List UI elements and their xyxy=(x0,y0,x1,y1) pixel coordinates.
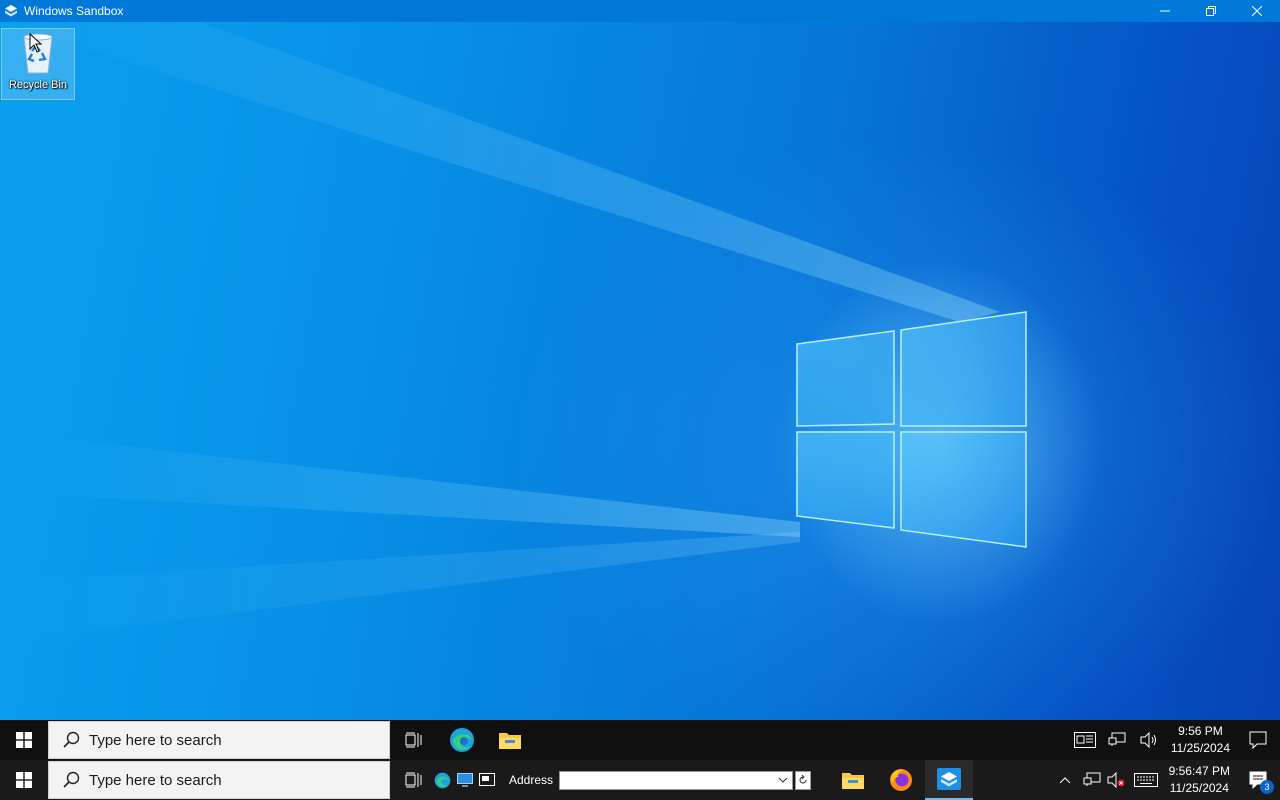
clock-time: 9:56:47 PM xyxy=(1168,764,1230,778)
show-desktop-quicklaunch-icon[interactable] xyxy=(479,773,495,787)
refresh-icon xyxy=(799,775,807,784)
news-widget-button[interactable] xyxy=(1069,720,1101,760)
firefox-taskbar-button[interactable] xyxy=(877,760,925,800)
host-network-tray-button[interactable] xyxy=(1081,760,1103,800)
host-start-button[interactable] xyxy=(0,760,48,800)
task-view-button[interactable] xyxy=(390,720,438,760)
sandbox-taskbar: Type here to search 9:56 PM 11/25/2024 xyxy=(0,720,1280,760)
clock-date: 11/25/2024 xyxy=(1170,741,1230,755)
window-title-bar: Windows Sandbox xyxy=(0,0,1280,22)
start-button[interactable] xyxy=(0,720,48,760)
window-title: Windows Sandbox xyxy=(24,4,124,18)
news-icon xyxy=(1073,732,1096,748)
notification-count-badge: 3 xyxy=(1260,780,1274,794)
address-toolbar-label: Address xyxy=(509,773,554,787)
system-clock[interactable]: 9:56 PM 11/25/2024 xyxy=(1165,723,1236,757)
action-center-button[interactable] xyxy=(1236,720,1280,760)
file-explorer-icon xyxy=(499,733,521,749)
windows-start-icon xyxy=(16,732,32,748)
edge-taskbar-button[interactable] xyxy=(438,720,486,760)
restore-icon xyxy=(1206,6,1216,16)
mouse-cursor-icon xyxy=(29,33,43,53)
search-placeholder: Type here to search xyxy=(89,731,222,749)
host-file-explorer-button[interactable] xyxy=(829,760,877,800)
host-task-view-button[interactable] xyxy=(390,760,438,800)
edge-icon xyxy=(450,728,474,752)
network-icon xyxy=(1083,772,1101,786)
chevron-up-icon xyxy=(1059,777,1070,784)
chevron-down-icon[interactable] xyxy=(776,775,790,785)
windows-sandbox-icon xyxy=(937,768,962,790)
task-view-icon xyxy=(405,772,422,788)
search-box[interactable]: Type here to search xyxy=(48,721,390,759)
search-icon xyxy=(63,771,80,788)
edge-quicklaunch-icon[interactable] xyxy=(434,772,451,789)
minimize-icon xyxy=(1160,10,1170,12)
network-tray-button[interactable] xyxy=(1101,720,1133,760)
close-icon xyxy=(1252,6,1262,16)
show-hidden-icons-button[interactable] xyxy=(1049,760,1081,800)
address-input[interactable] xyxy=(559,770,794,790)
host-volume-tray-button[interactable] xyxy=(1103,760,1129,800)
wallpaper-windows-logo xyxy=(0,22,1027,642)
minimize-button[interactable] xyxy=(1142,0,1188,22)
close-button[interactable] xyxy=(1234,0,1280,22)
keyboard-icon xyxy=(1133,773,1158,787)
host-system-clock[interactable]: 9:56:47 PM 11/25/2024 xyxy=(1163,763,1236,797)
desktop[interactable]: Recycle Bin xyxy=(0,22,1280,720)
file-explorer-icon xyxy=(842,773,865,789)
volume-muted-icon xyxy=(1107,772,1125,788)
firefox-icon xyxy=(890,769,913,791)
notification-icon xyxy=(1249,731,1267,749)
touch-keyboard-button[interactable] xyxy=(1129,760,1163,800)
search-placeholder: Type here to search xyxy=(89,771,222,789)
host-search-box[interactable]: Type here to search xyxy=(48,761,390,799)
task-view-icon xyxy=(405,732,422,748)
network-icon xyxy=(1108,732,1126,746)
windows-sandbox-taskbar-button[interactable] xyxy=(925,760,974,800)
recycle-bin-label: Recycle Bin xyxy=(8,79,68,91)
windows-start-icon xyxy=(16,772,32,788)
clock-date: 11/25/2024 xyxy=(1169,781,1229,795)
address-refresh-button[interactable] xyxy=(795,770,812,790)
host-taskbar: Type here to search Address 9:56:47 PM 1… xyxy=(0,760,1280,800)
volume-tray-button[interactable] xyxy=(1133,720,1165,760)
desktop-quicklaunch-icon[interactable] xyxy=(457,773,473,787)
restore-button[interactable] xyxy=(1188,0,1234,22)
search-icon xyxy=(63,731,80,748)
clock-time: 9:56 PM xyxy=(1178,724,1223,738)
sandbox-app-icon xyxy=(5,5,17,17)
volume-icon xyxy=(1140,732,1156,748)
file-explorer-taskbar-button[interactable] xyxy=(486,720,534,760)
host-action-center-button[interactable]: 3 xyxy=(1236,760,1280,800)
